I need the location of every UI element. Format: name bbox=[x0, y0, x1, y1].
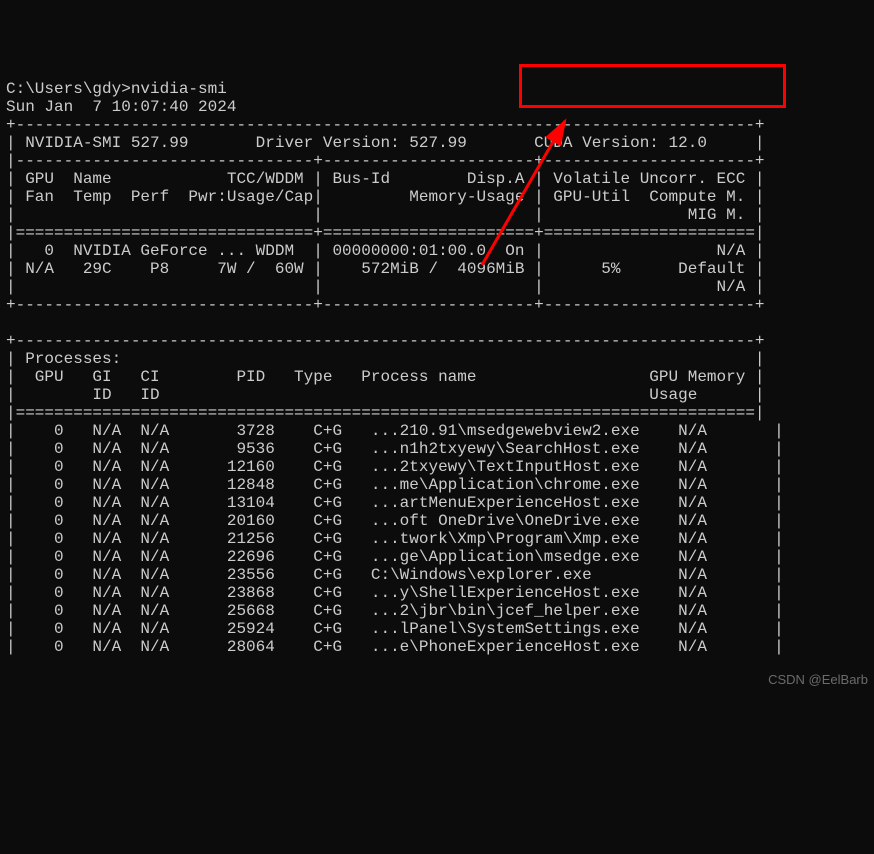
terminal-output: C:\Users\gdy>nvidia-smi Sun Jan 7 10:07:… bbox=[6, 80, 868, 656]
watermark-text: CSDN @EelBarb bbox=[768, 671, 868, 689]
